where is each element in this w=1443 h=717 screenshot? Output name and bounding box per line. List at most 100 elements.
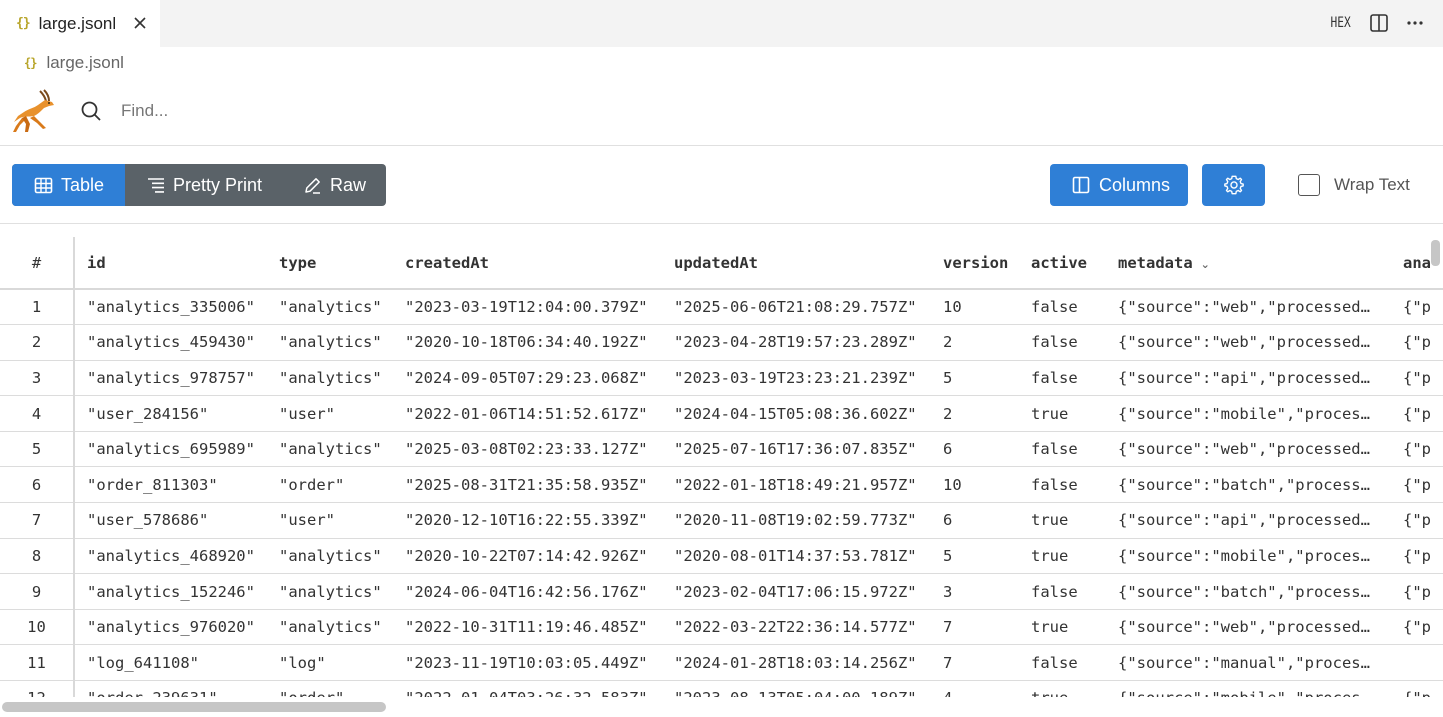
cell-type[interactable]: "log" — [267, 644, 393, 682]
cell-active[interactable]: false — [1019, 573, 1106, 610]
cell-id[interactable]: "order_811303" — [74, 466, 267, 504]
cell-type[interactable]: "order" — [267, 680, 393, 697]
cell-type[interactable]: "analytics" — [267, 609, 393, 646]
cell-createdAt[interactable]: "2020-12-10T16:22:55.339Z" — [393, 502, 662, 539]
table-row[interactable]: 1 "analytics_335006" "analytics" "2023-03-1… — [0, 289, 1443, 326]
cell-index[interactable]: 5 — [0, 431, 75, 468]
cell-updatedAt[interactable]: "2023-08-13T05:04:00.189Z" — [662, 680, 931, 697]
cell-id[interactable]: "analytics_459430" — [74, 324, 267, 361]
cell-metadata[interactable]: {"source":"api","processed… — [1106, 502, 1391, 539]
cell-updatedAt[interactable]: "2022-01-18T18:49:21.957Z" — [662, 466, 931, 504]
cell-type[interactable]: "analytics" — [267, 289, 393, 326]
cell-active[interactable]: false — [1019, 360, 1106, 397]
table-row[interactable]: 3 "analytics_978757" "analytics" "2024-09-0… — [0, 360, 1443, 397]
cell-index[interactable]: 4 — [0, 395, 75, 432]
cell-id[interactable]: "analytics_468920" — [74, 538, 267, 575]
cell-createdAt[interactable]: "2020-10-18T06:34:40.192Z" — [393, 324, 662, 361]
cell-ana[interactable]: {"p — [1391, 609, 1443, 646]
cell-ana[interactable]: {"p — [1391, 360, 1443, 397]
cell-updatedAt[interactable]: "2020-11-08T19:02:59.773Z" — [662, 502, 931, 539]
table-row[interactable]: 9 "analytics_152246" "analytics" "2024-06-0… — [0, 573, 1443, 610]
cell-index[interactable]: 11 — [0, 644, 75, 682]
cell-ana[interactable] — [1391, 644, 1443, 682]
cell-createdAt[interactable]: "2023-03-19T12:04:00.379Z" — [393, 289, 662, 326]
cell-updatedAt[interactable]: "2023-04-28T19:57:23.289Z" — [662, 324, 931, 361]
table-row[interactable]: 2 "analytics_459430" "analytics" "2020-10-1… — [0, 324, 1443, 361]
cell-createdAt[interactable]: "2025-08-31T21:35:58.935Z" — [393, 466, 662, 504]
file-tab[interactable]: {} large.jsonl — [0, 0, 160, 47]
cell-id[interactable]: "order_239631" — [74, 680, 267, 697]
breadcrumb[interactable]: {} large.jsonl — [24, 52, 124, 74]
cell-metadata[interactable]: {"source":"mobile","proces… — [1106, 395, 1391, 432]
table-row[interactable]: 7 "user_578686" "user" "2020-12-10T16:22:55… — [0, 502, 1443, 539]
more-actions-icon[interactable] — [1405, 13, 1425, 33]
cell-active[interactable]: false — [1019, 466, 1106, 504]
cell-active[interactable]: true — [1019, 395, 1106, 432]
cell-ana[interactable]: {"p — [1391, 502, 1443, 539]
table-row[interactable]: 12"order_239631""order""2022-01-04T03:26… — [0, 680, 1443, 697]
column-header-version[interactable]: version — [931, 237, 1019, 290]
cell-ana[interactable]: {"p — [1391, 324, 1443, 361]
cell-id[interactable]: "log_641108" — [74, 644, 267, 682]
table-row[interactable]: 11 "log_641108" "log" "2023-11-19T10:03:05.… — [0, 644, 1443, 682]
cell-version[interactable]: 2 — [931, 324, 1019, 361]
cell-createdAt[interactable]: "2022-01-04T03:26:32.583Z" — [393, 680, 662, 697]
cell-index[interactable]: 7 — [0, 502, 75, 539]
cell-version[interactable]: 2 — [931, 395, 1019, 432]
split-editor-icon[interactable] — [1369, 13, 1389, 33]
pretty-print-button[interactable]: Pretty Print — [125, 164, 285, 206]
cell-active[interactable]: false — [1019, 431, 1106, 468]
chevron-down-icon[interactable]: ⌄ — [1201, 258, 1210, 271]
column-header-updatedAt[interactable]: updatedAt — [662, 237, 931, 290]
cell-updatedAt[interactable]: "2024-01-28T18:03:14.256Z" — [662, 644, 931, 682]
cell-id[interactable]: "analytics_978757" — [74, 360, 267, 397]
cell-index[interactable]: 12 — [0, 680, 75, 697]
cell-createdAt[interactable]: "2022-01-06T14:51:52.617Z" — [393, 395, 662, 432]
cell-index[interactable]: 10 — [0, 609, 75, 646]
table-row[interactable]: 4 "user_284156" "user" "2022-01-06T14:51:52… — [0, 395, 1443, 432]
cell-metadata[interactable]: {"source":"manual","proces… — [1106, 644, 1391, 682]
cell-metadata[interactable]: {"source":"mobile","proces… — [1106, 538, 1391, 575]
cell-index[interactable]: 8 — [0, 538, 75, 575]
cell-type[interactable]: "analytics" — [267, 324, 393, 361]
cell-ana[interactable]: {"p — [1391, 466, 1443, 504]
table-view-button[interactable]: Table — [12, 164, 125, 206]
cell-version[interactable]: 3 — [931, 573, 1019, 610]
column-header-active[interactable]: active — [1019, 237, 1106, 290]
wrap-text-checkbox[interactable] — [1298, 174, 1320, 196]
cell-updatedAt[interactable]: "2020-08-01T14:37:53.781Z" — [662, 538, 931, 575]
table-row[interactable]: 6 "order_811303" "order" "2025-08-31T21:35:… — [0, 466, 1443, 504]
cell-index[interactable]: 9 — [0, 573, 75, 610]
cell-updatedAt[interactable]: "2023-02-04T17:06:15.972Z" — [662, 573, 931, 610]
cell-id[interactable]: "user_578686" — [74, 502, 267, 539]
column-header-type[interactable]: type — [267, 237, 393, 290]
cell-active[interactable]: true — [1019, 538, 1106, 575]
cell-createdAt[interactable]: "2020-10-22T07:14:42.926Z" — [393, 538, 662, 575]
cell-id[interactable]: "user_284156" — [74, 395, 267, 432]
cell-version[interactable]: 10 — [931, 289, 1019, 326]
cell-index[interactable]: 3 — [0, 360, 75, 397]
wrap-text-toggle[interactable]: Wrap Text — [1298, 174, 1410, 196]
table-row[interactable]: 8 "analytics_468920" "analytics" "2020-10-2… — [0, 538, 1443, 575]
settings-button[interactable] — [1202, 164, 1265, 206]
column-header-metadata[interactable]: metadata ⌄ — [1106, 237, 1391, 290]
cell-ana[interactable]: {"p — [1391, 538, 1443, 575]
cell-metadata[interactable]: {"source":"web","processed… — [1106, 431, 1391, 468]
cell-type[interactable]: "analytics" — [267, 538, 393, 575]
cell-metadata[interactable]: {"source":"batch","process… — [1106, 573, 1391, 610]
cell-id[interactable]: "analytics_695989" — [74, 431, 267, 468]
cell-type[interactable]: "analytics" — [267, 360, 393, 397]
cell-version[interactable]: 7 — [931, 609, 1019, 646]
cell-metadata[interactable]: {"source":"web","processed… — [1106, 289, 1391, 326]
cell-version[interactable]: 5 — [931, 538, 1019, 575]
vertical-scrollbar[interactable] — [1431, 240, 1440, 266]
close-icon[interactable] — [131, 14, 149, 32]
cell-active[interactable]: true — [1019, 609, 1106, 646]
cell-index[interactable]: 2 — [0, 324, 75, 361]
cell-id[interactable]: "analytics_152246" — [74, 573, 267, 610]
cell-ana[interactable]: {"p — [1391, 680, 1443, 697]
hex-view-button[interactable]: HEX — [1330, 15, 1350, 31]
cell-active[interactable]: false — [1019, 289, 1106, 326]
cell-metadata[interactable]: {"source":"batch","process… — [1106, 466, 1391, 504]
cell-metadata[interactable]: {"source":"web","processed… — [1106, 609, 1391, 646]
